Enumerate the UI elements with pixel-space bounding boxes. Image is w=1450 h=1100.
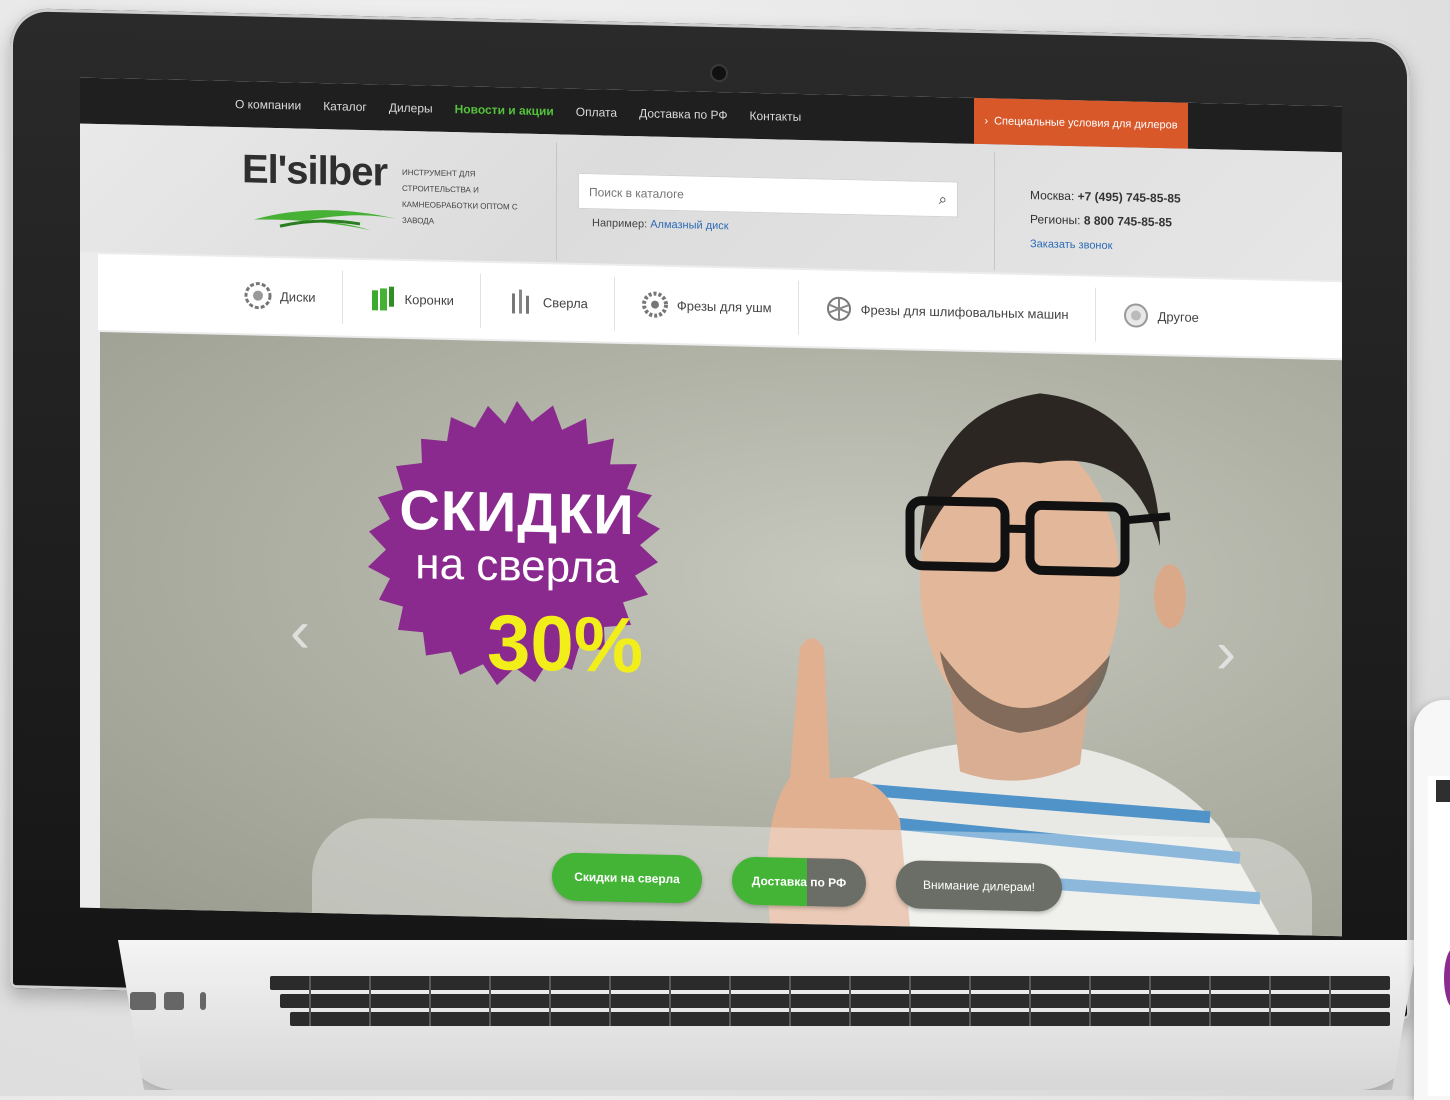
search-example: Например: Алмазный диск	[592, 217, 729, 232]
phone-screen	[1428, 776, 1450, 1096]
slide-tab-delivery[interactable]: Доставка по РФ	[732, 856, 866, 908]
category-crowns[interactable]: Коронки	[342, 270, 481, 328]
crown-bit-icon	[371, 286, 394, 311]
dealer-conditions-label: Специальные условия для дилеров	[994, 115, 1178, 132]
site-header: El'silber Инструмент для строительства и…	[80, 123, 1342, 281]
phone-menu-icon	[1436, 780, 1450, 802]
website-screen: О компании Каталог Дилеры Новости и акци…	[80, 77, 1342, 937]
nav-dealers[interactable]: Дилеры	[389, 101, 433, 116]
camera-icon	[710, 63, 728, 83]
grinding-cutter-icon	[826, 296, 851, 321]
nav-about[interactable]: О компании	[235, 97, 301, 113]
header-divider-2	[994, 152, 995, 271]
laptop-mockup: О компании Каталог Дилеры Новости и акци…	[0, 0, 1450, 1100]
example-label: Например:	[592, 217, 648, 231]
laptop-lid: О компании Каталог Дилеры Новости и акци…	[10, 8, 1410, 1020]
phone-regions[interactable]: 8 800 745-85-85	[1084, 213, 1172, 229]
audio-port-icon	[200, 992, 206, 1010]
slide-tab-dealers[interactable]: Внимание дилерам!	[896, 860, 1062, 912]
category-label: Фрезы для ушм	[676, 297, 772, 315]
slider-prev-icon[interactable]: ‹	[290, 596, 310, 665]
other-icon	[1123, 303, 1148, 328]
example-link[interactable]: Алмазный диск	[650, 219, 728, 233]
category-cutters-grinding-machines[interactable]: Фрезы для шлифовальных машин	[798, 280, 1096, 342]
category-other[interactable]: Другое	[1096, 288, 1225, 345]
drill-bits-icon	[511, 289, 529, 314]
category-label: Сверла	[542, 294, 588, 311]
phone-moscow[interactable]: +7 (495) 745-85-85	[1078, 189, 1181, 205]
category-label: Диски	[280, 288, 316, 305]
badge-subtitle: на сверла	[415, 539, 619, 593]
logo[interactable]: El'silber	[242, 147, 387, 195]
nav-delivery[interactable]: Доставка по РФ	[639, 106, 727, 122]
category-label: Другое	[1157, 308, 1199, 325]
category-drills[interactable]: Сверла	[480, 273, 615, 331]
usb-port-icon	[130, 992, 156, 1010]
keyboard-icon	[270, 976, 1390, 1026]
phone-moscow-label: Москва:	[1030, 188, 1075, 204]
disc-icon	[244, 282, 272, 310]
search-box: ⌕	[578, 172, 958, 218]
discount-badge-text: СКИДКИ на сверла 30%	[332, 365, 702, 743]
chevron-right-icon: ›	[984, 115, 989, 128]
category-cutters-angle-grinder[interactable]: Фрезы для ушм	[614, 276, 799, 335]
category-disks[interactable]: Диски	[98, 264, 343, 325]
nav-catalog[interactable]: Каталог	[323, 99, 367, 114]
header-divider	[556, 142, 557, 261]
slide-tab-drill-discounts[interactable]: Скидки на сверла	[552, 852, 702, 904]
search-icon[interactable]: ⌕	[939, 191, 947, 208]
badge-percent: 30%	[486, 597, 644, 690]
thunderbolt-port-icon	[164, 992, 184, 1010]
slider-next-icon[interactable]: ›	[1216, 617, 1236, 686]
category-label: Фрезы для шлифовальных машин	[860, 301, 1069, 322]
category-label: Коронки	[404, 291, 454, 308]
hero-slider: СКИДКИ на сверла 30% ‹ › Скидки на сверл…	[100, 332, 1342, 937]
cutter-icon	[641, 291, 668, 318]
nav-contacts[interactable]: Контакты	[749, 109, 801, 124]
nav-payment[interactable]: Оплата	[576, 105, 617, 120]
tagline: Инструмент для строительства и камнеобра…	[402, 167, 518, 226]
dealer-conditions-button[interactable]: › Специальные условия для дилеров	[974, 97, 1188, 149]
phone-regions-label: Регионы:	[1030, 212, 1081, 228]
logo-swoosh-icon	[254, 210, 396, 231]
callback-link[interactable]: Заказать звонок	[1030, 238, 1112, 252]
search-input[interactable]	[579, 173, 921, 218]
nav-news[interactable]: Новости и акции	[455, 102, 554, 118]
smartphone-mockup	[1414, 700, 1450, 1100]
contacts-block: Москва: +7 (495) 745-85-85 Регионы: 8 80…	[1030, 183, 1181, 259]
